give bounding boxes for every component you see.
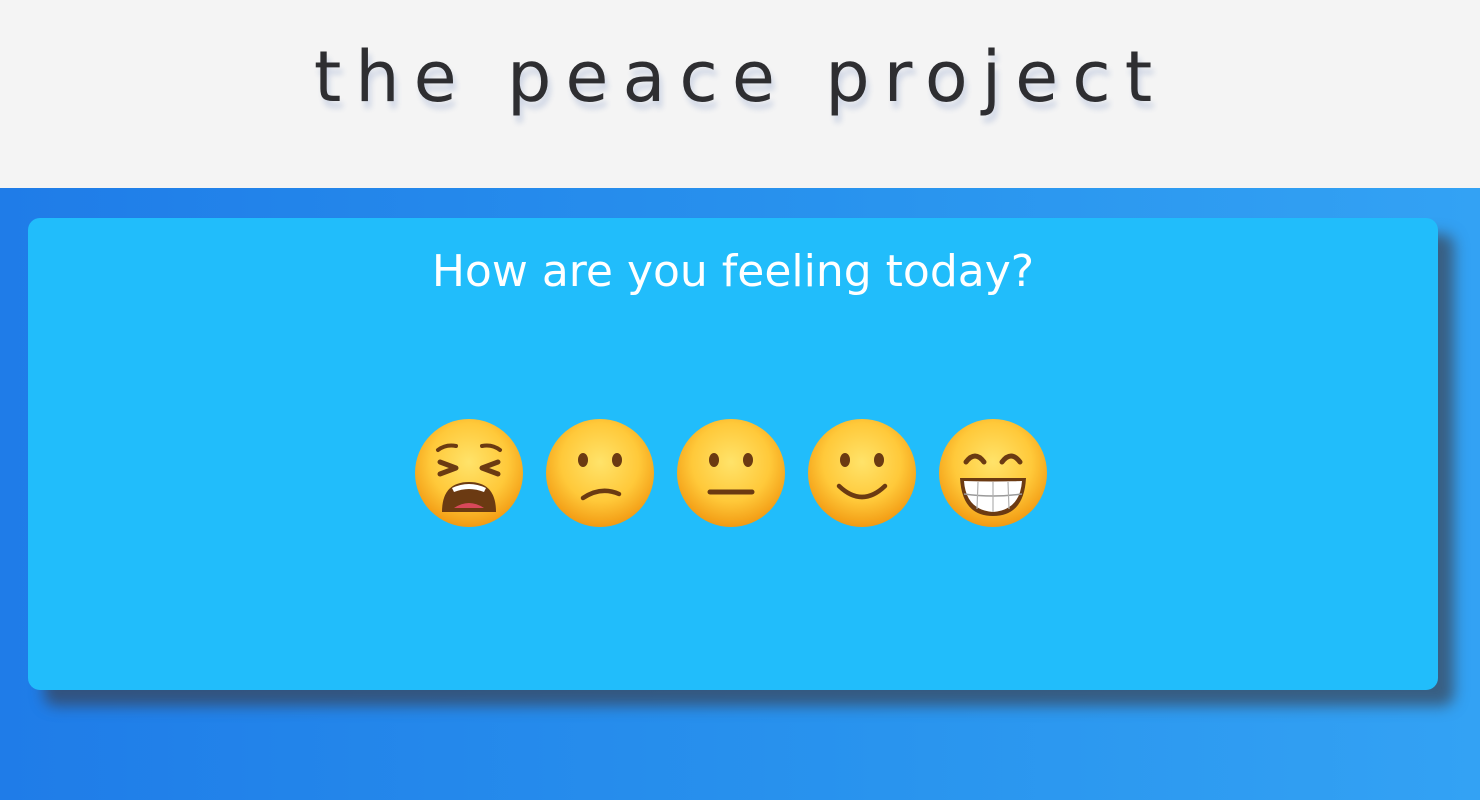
grinning-face-icon [939,419,1047,527]
confused-face-icon [546,419,654,527]
main-area: How are you feeling today? [0,188,1480,800]
weary-face-icon [415,419,523,527]
mood-option-confused[interactable] [543,416,657,530]
mood-card: How are you feeling today? [28,218,1438,690]
mood-options [412,416,1072,530]
mood-question: How are you feeling today? [431,246,1035,297]
mood-option-weary[interactable] [412,416,526,530]
mood-option-slightly-smiling[interactable] [805,416,919,530]
mood-option-neutral[interactable] [674,416,788,530]
site-header: the peace project [0,0,1480,188]
neutral-face-icon [677,419,785,527]
slightly-smiling-face-icon [808,419,916,527]
site-title: the peace project [313,36,1167,118]
mood-option-grinning[interactable] [936,416,1050,530]
